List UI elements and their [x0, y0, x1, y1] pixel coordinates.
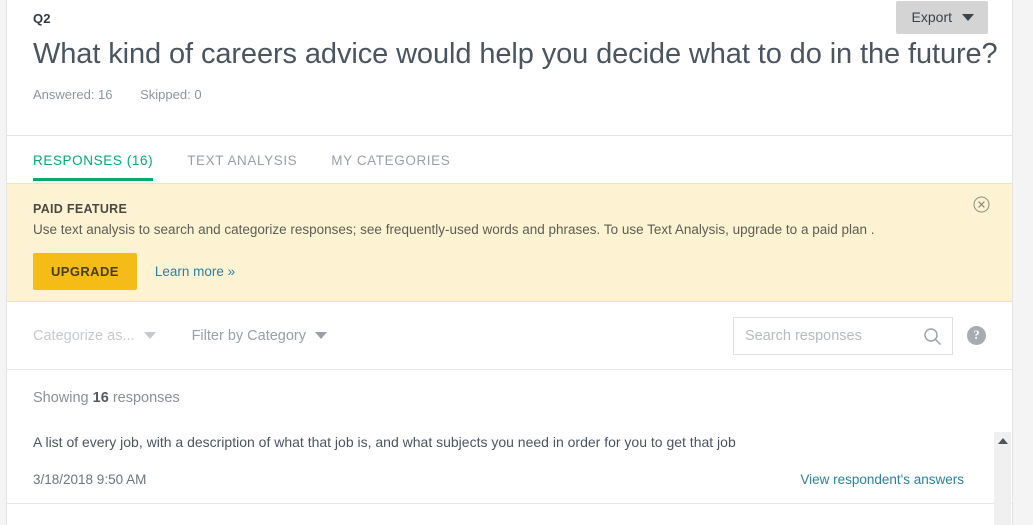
showing-number: 16: [92, 390, 109, 406]
categorize-as-dropdown[interactable]: Categorize as...: [33, 328, 156, 344]
showing-prefix: Showing: [33, 390, 93, 406]
scroll-up-button[interactable]: [994, 432, 1011, 449]
categorize-as-label: Categorize as...: [33, 327, 135, 344]
search-icon[interactable]: [923, 327, 942, 351]
list-item: A list of every job, with a description …: [33, 432, 986, 503]
tab-responses[interactable]: RESPONSES (16): [33, 136, 154, 181]
arrow-up-icon: [997, 437, 1008, 444]
response-text: A list of every job, with a description …: [33, 434, 736, 450]
question-card: Q2 What kind of careers advice would hel…: [6, 0, 1013, 525]
tab-my-categories[interactable]: MY CATEGORIES: [331, 136, 450, 181]
filter-by-category-dropdown[interactable]: Filter by Category: [192, 328, 327, 344]
list-item: [33, 504, 986, 522]
tab-bar: RESPONSES (16) TEXT ANALYSIS MY CATEGORI…: [7, 135, 1012, 183]
responses-scrollbar[interactable]: [994, 432, 1011, 525]
export-button-label: Export: [911, 9, 952, 25]
tab-text-analysis[interactable]: TEXT ANALYSIS: [187, 136, 297, 181]
showing-suffix: responses: [108, 390, 180, 406]
response-date: 3/18/2018 9:50 AM: [33, 472, 147, 487]
responses-toolbar: Categorize as... Filter by Category Sear…: [7, 302, 1012, 370]
view-respondent-answers-link[interactable]: View respondent's answers: [800, 472, 964, 487]
learn-more-link[interactable]: Learn more »: [155, 264, 235, 279]
question-number: Q2: [33, 11, 51, 26]
paid-feature-banner: PAID FEATURE Use text analysis to search…: [7, 183, 1012, 302]
skipped-count: Skipped: 0: [140, 87, 202, 102]
responses-list: Showing 16 responses A list of every job…: [7, 370, 1012, 522]
search-box[interactable]: [733, 316, 966, 355]
help-circle-icon[interactable]: ?: [967, 326, 986, 345]
close-circle-icon[interactable]: [973, 196, 990, 213]
export-button[interactable]: Export: [895, 1, 988, 34]
help-icon-label: ?: [973, 328, 980, 342]
chevron-down-icon: [962, 13, 974, 21]
filter-by-category-label: Filter by Category: [191, 327, 306, 344]
showing-count: Showing 16 responses: [33, 390, 986, 406]
response-footer: 3/18/2018 9:50 AM View respondent's answ…: [33, 472, 986, 503]
chevron-down-icon: [143, 332, 156, 339]
banner-actions: UPGRADE Learn more »: [33, 253, 986, 290]
banner-title: PAID FEATURE: [33, 202, 128, 216]
question-header: Q2 What kind of careers advice would hel…: [7, 0, 1012, 135]
chevron-down-icon: [315, 332, 327, 339]
question-meta: Answered: 16 Skipped: 0: [33, 86, 986, 104]
search-area: ?: [733, 316, 986, 355]
page-title: What kind of careers advice would help y…: [33, 38, 998, 70]
upgrade-button[interactable]: UPGRADE: [33, 253, 137, 290]
banner-description: Use text analysis to search and categori…: [33, 222, 875, 237]
survey-question-page: Q2 What kind of careers advice would hel…: [0, 0, 1033, 525]
answered-count: Answered: 16: [33, 87, 113, 102]
